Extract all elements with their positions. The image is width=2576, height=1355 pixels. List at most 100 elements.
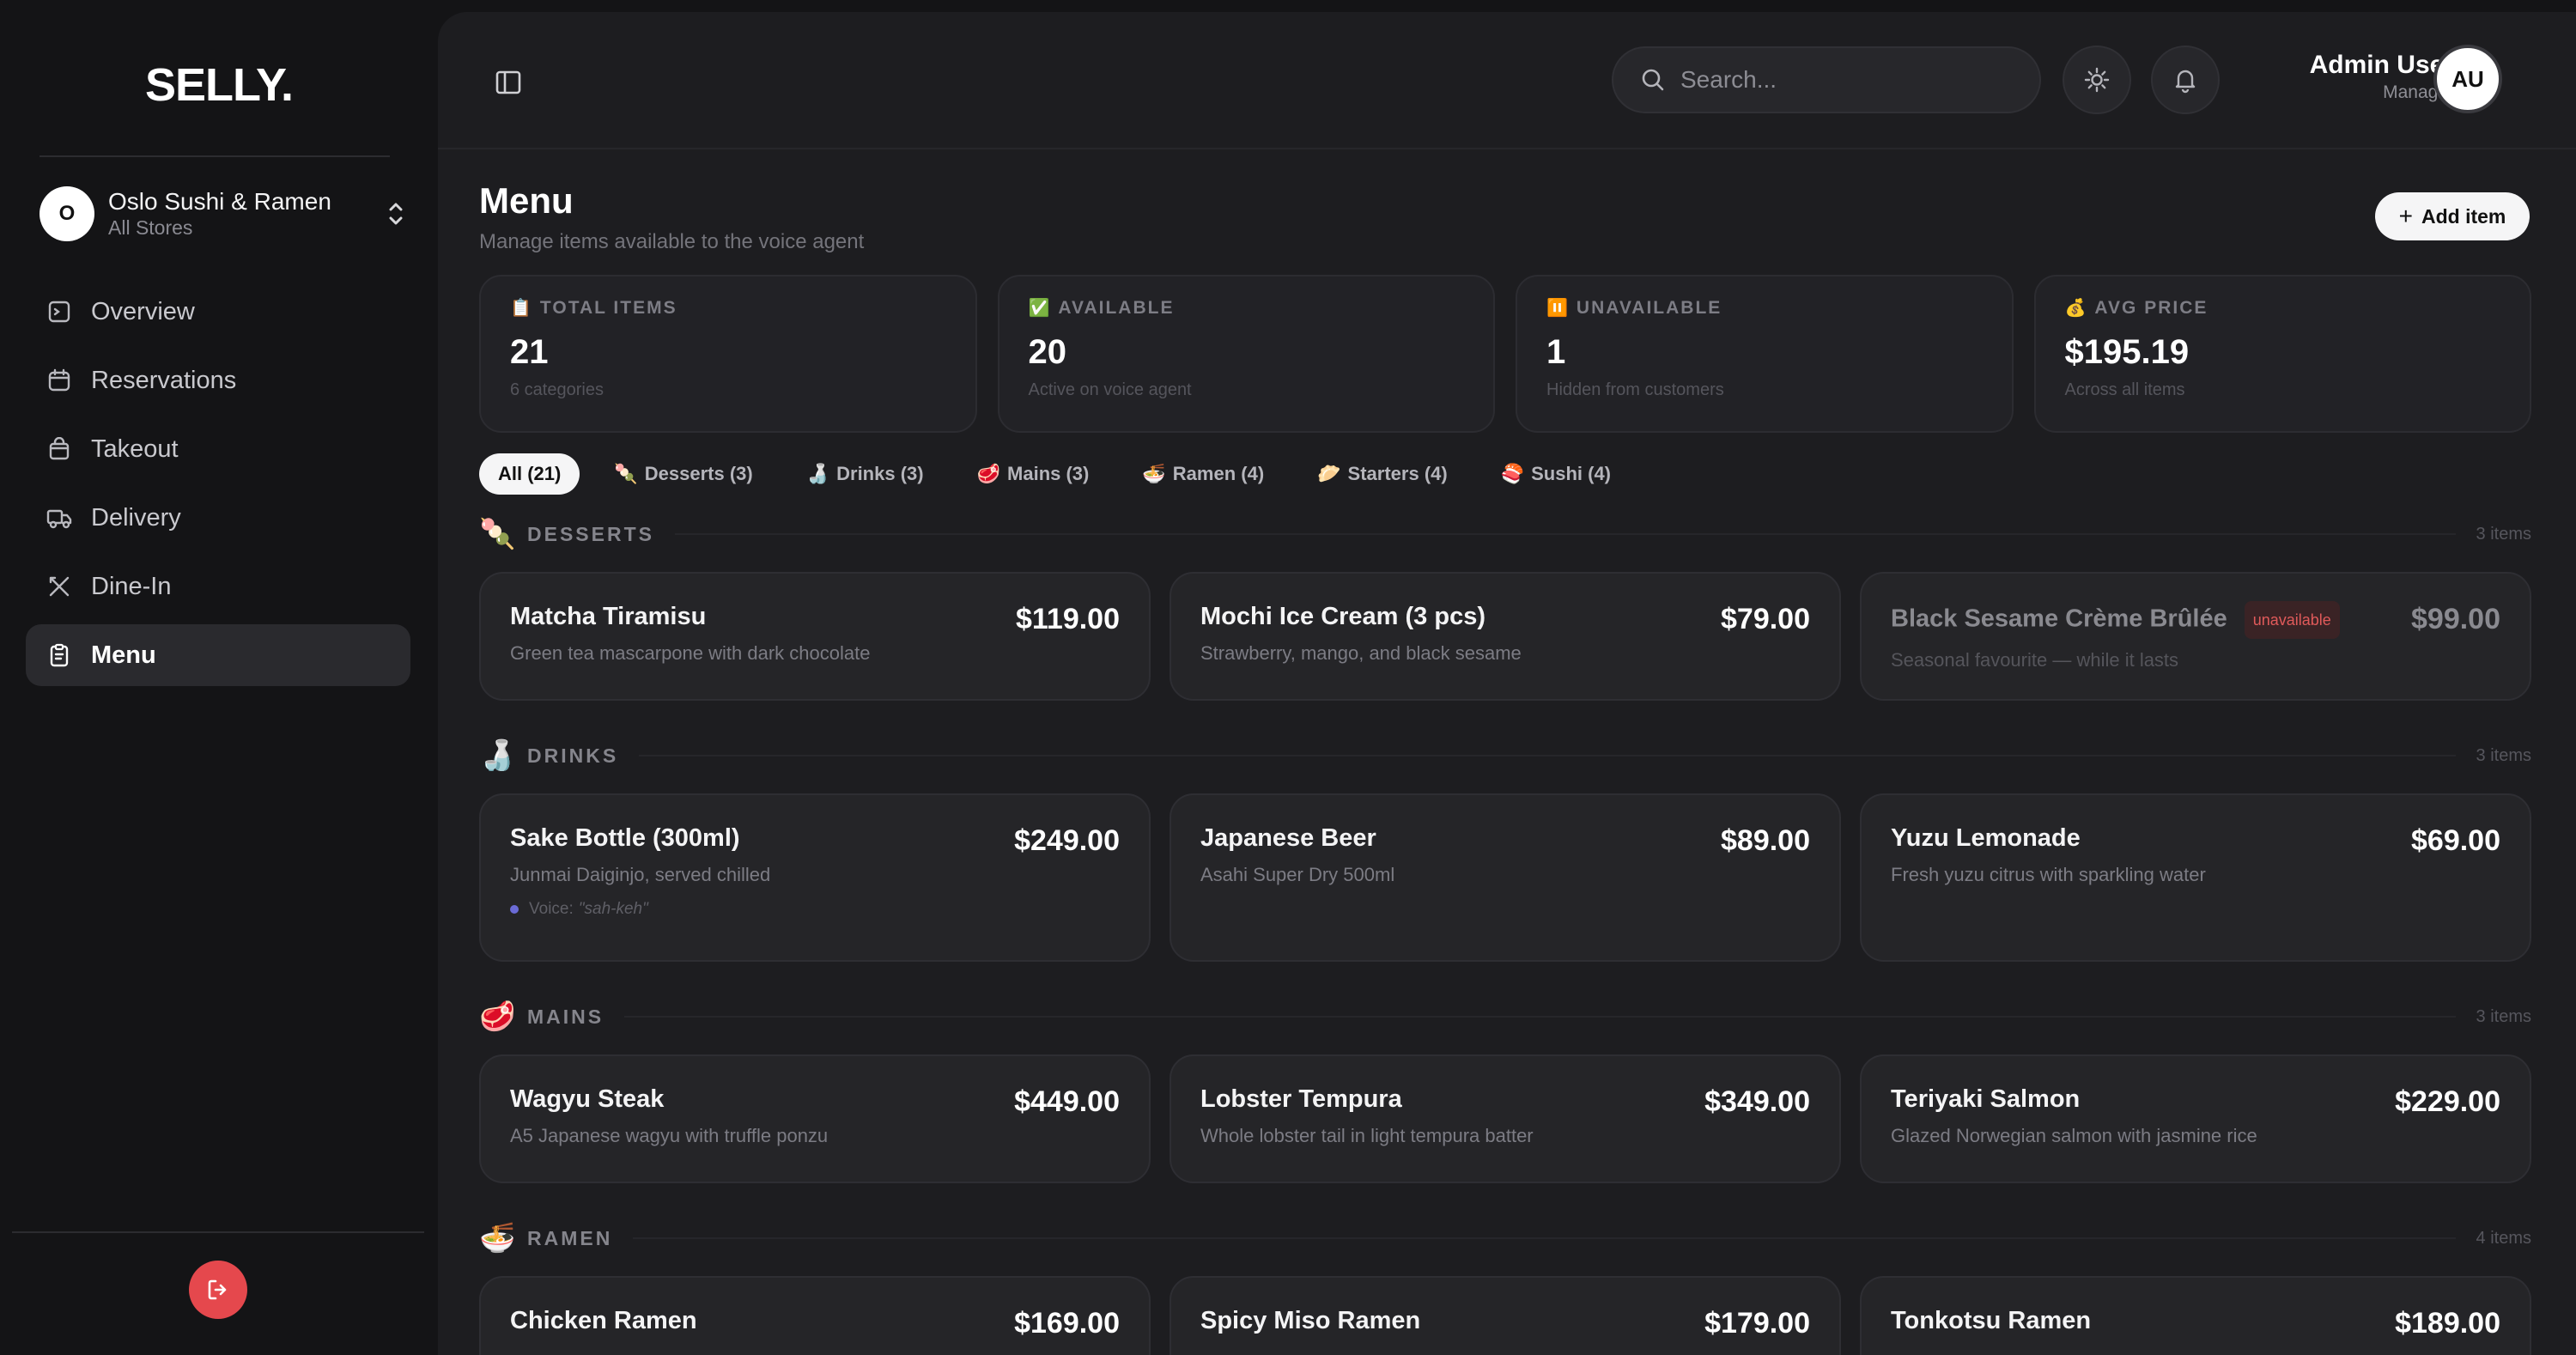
sidebar-item-label: Overview — [91, 297, 195, 325]
menu-item-card[interactable]: Matcha Tiramisu Green tea mascarpone wit… — [479, 572, 1151, 701]
calendar-icon — [46, 368, 72, 393]
truck-icon — [46, 505, 72, 531]
section-title: MAINS — [527, 1005, 605, 1028]
user-name: Admin User — [2309, 51, 2454, 79]
store-avatar: O — [39, 186, 94, 241]
item-price: $69.00 — [2411, 824, 2500, 857]
bag-icon — [46, 436, 72, 462]
menu-item-card[interactable]: Lobster Tempura Whole lobster tail in li… — [1170, 1054, 1841, 1183]
logout-button[interactable] — [189, 1261, 247, 1319]
search-input[interactable] — [1680, 66, 2024, 94]
sidebar-item-menu[interactable]: Menu — [26, 624, 410, 686]
user-info[interactable]: Admin User Manager — [2258, 50, 2454, 105]
chip-label: Desserts (3) — [644, 463, 753, 484]
stat-card-available: ✅ AVAILABLE 20 Active on voice agent — [997, 275, 1495, 433]
menu-item-card[interactable]: Yuzu Lemonade Fresh yuzu citrus with spa… — [1860, 793, 2531, 962]
sidebar-item-overview[interactable]: Overview — [26, 281, 410, 343]
store-name: Oslo Sushi & Ramen — [108, 188, 331, 215]
chip-label: Mains (3) — [1007, 463, 1090, 484]
search-icon — [1642, 69, 1664, 91]
item-description: Green tea mascarpone with dark chocolate — [510, 642, 871, 664]
item-price: $89.00 — [1721, 824, 1810, 857]
avatar[interactable]: AU — [2433, 45, 2502, 113]
filter-chip-all[interactable]: All (21) — [479, 453, 580, 495]
stat-card-avg-price: 💰 AVG PRICE $195.19 Across all items — [2033, 275, 2531, 433]
voice-value: "sah-keh" — [578, 900, 648, 918]
item-description: Fresh yuzu citrus with sparkling water — [1891, 864, 2206, 885]
sidebar-item-delivery[interactable]: Delivery — [26, 487, 410, 549]
menu-item-card[interactable]: Mochi Ice Cream (3 pcs) Strawberry, mang… — [1170, 572, 1841, 701]
sidebar-item-label: Takeout — [91, 434, 179, 463]
menu-item-card[interactable]: Japanese Beer Asahi Super Dry 500ml $89.… — [1170, 793, 1841, 962]
check-emoji-icon: ✅ — [1028, 299, 1052, 318]
category-filters: All (21) 🍡 Desserts (3) 🍶 Drinks (3) 🥩 Main… — [479, 453, 1630, 495]
sidebar-item-reservations[interactable]: Reservations — [26, 349, 410, 411]
filter-chip-mains[interactable]: 🥩 Mains (3) — [958, 453, 1109, 495]
sidebar-item-dine-in[interactable]: Dine-In — [26, 556, 410, 617]
brand-logo: SELLY. — [144, 59, 294, 111]
plus-icon: + — [2398, 203, 2413, 229]
overview-icon — [46, 299, 72, 325]
item-description: Strawberry, mango, and black sesame — [1200, 642, 1522, 664]
menu-item-card[interactable]: Wagyu Steak A5 Japanese wagyu with truff… — [479, 1054, 1151, 1183]
item-price: $229.00 — [2395, 1085, 2500, 1118]
noodle-bowl-icon: 🍜 — [1142, 463, 1166, 484]
item-description: Seasonal favourite — while it lasts — [1891, 649, 2179, 671]
store-switcher[interactable]: O Oslo Sushi & Ramen All Stores — [39, 182, 409, 246]
menu-item-card[interactable]: Teriyaki Salmon Glazed Norwegian salmon … — [1860, 1054, 2531, 1183]
sidebar-item-takeout[interactable]: Takeout — [26, 418, 410, 480]
add-item-label: Add item — [2421, 204, 2506, 228]
item-description: Glazed Norwegian salmon with jasmine ric… — [1891, 1125, 2257, 1146]
filter-chip-drinks[interactable]: 🍶 Drinks (3) — [787, 453, 943, 495]
search-box[interactable] — [1612, 46, 2041, 113]
stat-footnote: Active on voice agent — [1028, 380, 1192, 399]
notifications-button[interactable] — [2151, 46, 2220, 114]
item-name: Yuzu Lemonade — [1891, 824, 2081, 852]
add-item-button[interactable]: + Add item — [2375, 192, 2530, 240]
chip-label: Sushi (4) — [1531, 463, 1612, 484]
page-subtitle: Manage items available to the voice agen… — [479, 230, 865, 253]
menu-section-mains: 🥩 MAINS 3 items Wagyu Steak A5 Japanese … — [479, 1000, 2531, 1183]
money-bag-emoji-icon: 💰 — [2064, 299, 2088, 318]
pause-emoji-icon: ⏸️ — [1546, 299, 1570, 318]
bell-icon — [2175, 70, 2196, 94]
filter-chip-starters[interactable]: 🥟 Starters (4) — [1298, 453, 1467, 495]
menu-item-card[interactable]: Spicy Miso Ramen $179.00 — [1170, 1276, 1841, 1355]
menu-item-card[interactable]: Black Sesame Crème Brûlée unavailable Sea… — [1860, 572, 2531, 701]
chip-label: Ramen (4) — [1172, 463, 1265, 484]
sun-icon — [2084, 67, 2110, 93]
filter-chip-desserts[interactable]: 🍡 Desserts (3) — [595, 453, 771, 495]
dango-icon: 🍡 — [614, 463, 638, 484]
sidebar-toggle-button[interactable] — [493, 67, 524, 98]
utensils-icon — [46, 574, 72, 599]
stat-value: 20 — [1028, 333, 1067, 371]
sake-icon: 🍶 — [805, 463, 830, 484]
section-title: RAMEN — [527, 1226, 613, 1249]
menu-item-card[interactable]: Tonkotsu Ramen $189.00 — [1860, 1276, 2531, 1355]
voice-pronunciation: Voice: "sah-keh" — [510, 900, 1120, 919]
menu-item-card[interactable]: Sake Bottle (300ml) Junmai Daiginjo, ser… — [479, 793, 1151, 962]
divider — [639, 755, 2456, 756]
voice-dot-icon — [510, 905, 519, 914]
item-price: $99.00 — [2411, 603, 2500, 635]
item-price: $169.00 — [1014, 1307, 1120, 1340]
filter-chip-ramen[interactable]: 🍜 Ramen (4) — [1123, 453, 1283, 495]
top-bar: Admin User Manager AU — [438, 12, 2576, 149]
item-price: $189.00 — [2395, 1307, 2500, 1340]
filter-chip-sushi[interactable]: 🍣 Sushi (4) — [1482, 453, 1630, 495]
theme-toggle-button[interactable] — [2063, 46, 2131, 114]
dumpling-icon: 🥟 — [1317, 463, 1341, 484]
voice-label: Voice: — [529, 900, 574, 918]
item-description: Whole lobster tail in light tempura batt… — [1200, 1125, 1534, 1146]
stat-label: AVG PRICE — [2094, 297, 2208, 318]
menu-item-card[interactable]: Chicken Ramen $169.00 — [479, 1276, 1151, 1355]
clipboard-icon — [46, 642, 72, 668]
stats-row: 📋 TOTAL ITEMS 21 6 categories ✅ AVAILABLE … — [479, 275, 2531, 433]
sidebar-item-label: Dine-In — [91, 572, 172, 600]
item-name: Japanese Beer — [1200, 824, 1376, 852]
item-description: Junmai Daiginjo, served chilled — [510, 864, 771, 885]
clipboard-emoji-icon: 📋 — [510, 299, 533, 318]
item-description: A5 Japanese wagyu with truffle ponzu — [510, 1125, 829, 1146]
item-price: $79.00 — [1721, 603, 1810, 635]
item-name: Mochi Ice Cream (3 pcs) — [1200, 603, 1485, 630]
